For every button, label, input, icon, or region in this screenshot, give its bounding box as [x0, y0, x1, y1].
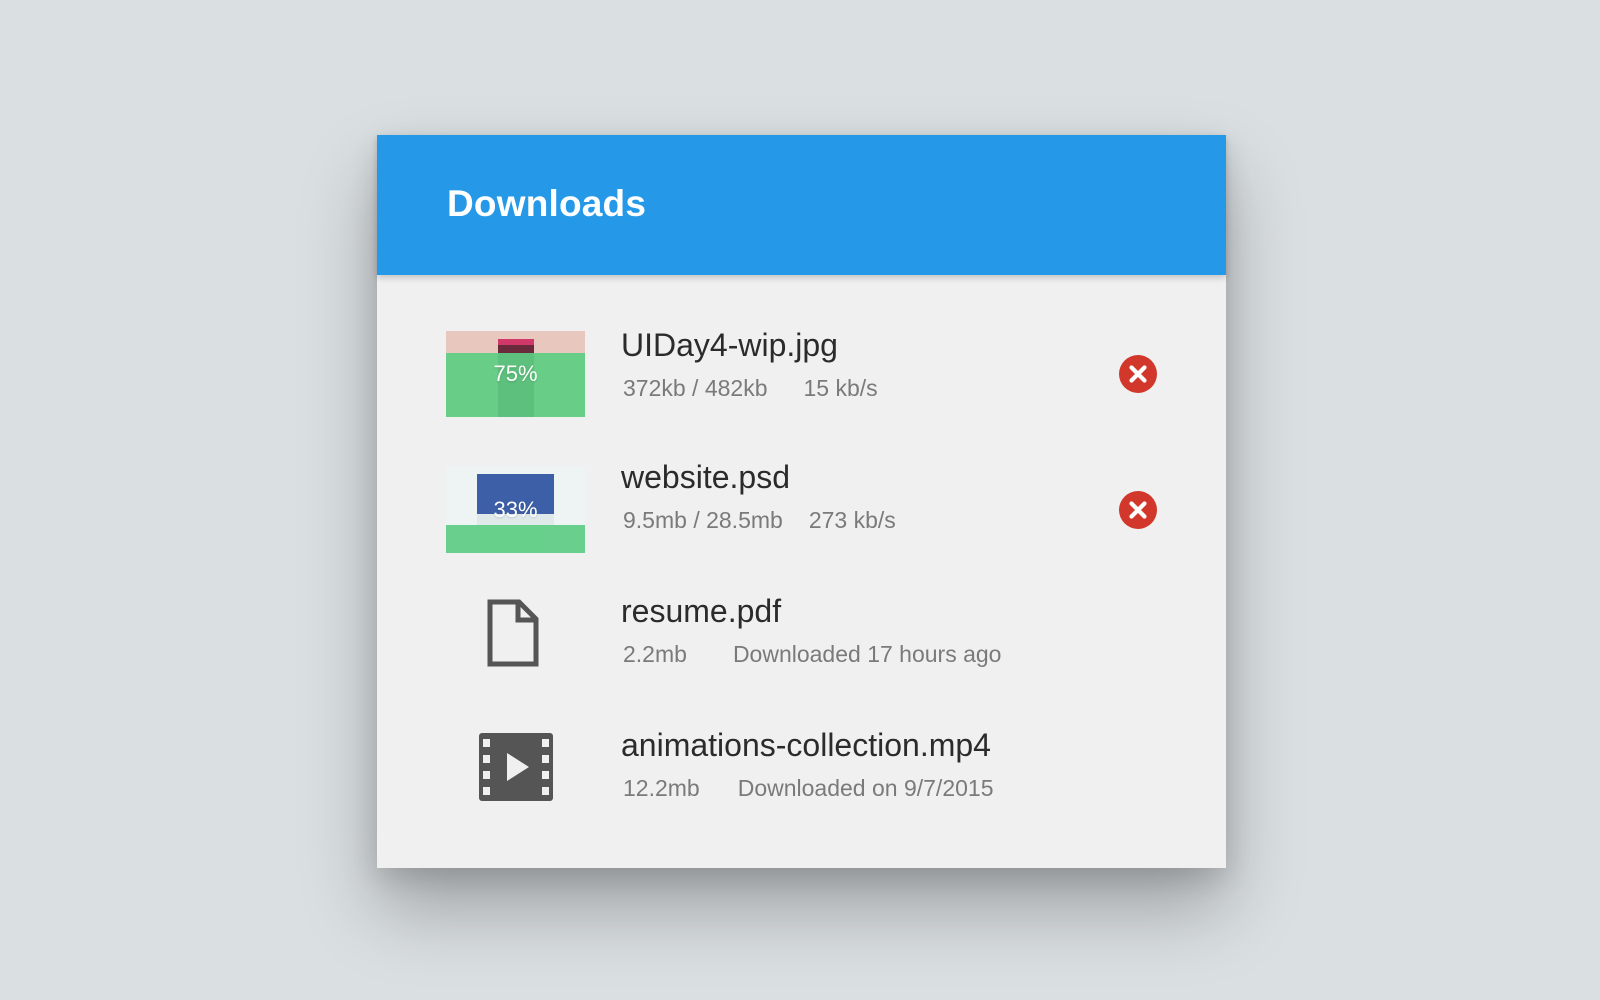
- file-name[interactable]: UIDay4-wip.jpg: [621, 327, 838, 364]
- file-name[interactable]: resume.pdf: [621, 593, 781, 630]
- image-thumbnail: 75%: [446, 331, 585, 417]
- file-meta: 372kb / 482kb 15 kb/s: [623, 375, 878, 402]
- file-size: 2.2mb: [623, 641, 687, 667]
- image-thumbnail: 33%: [446, 467, 585, 553]
- download-item[interactable]: 33% website.psd 9.5mb / 28.5mb 273 kb/s: [377, 441, 1226, 575]
- download-info: Downloaded on 9/7/2015: [737, 775, 994, 801]
- download-speed: 273 kb/s: [808, 507, 896, 533]
- panel-title: Downloads: [447, 183, 647, 224]
- panel-header: Downloads: [377, 135, 1226, 275]
- file-name[interactable]: animations-collection.mp4: [621, 727, 991, 764]
- cancel-download-button[interactable]: [1119, 355, 1157, 393]
- close-icon: [1129, 501, 1147, 519]
- progress-percent: 33%: [493, 497, 538, 522]
- file-size: 9.5mb / 28.5mb: [623, 507, 783, 533]
- close-icon: [1129, 365, 1147, 383]
- download-speed: 15 kb/s: [803, 375, 878, 401]
- download-info: Downloaded 17 hours ago: [732, 641, 1002, 667]
- file-meta: 2.2mb Downloaded 17 hours ago: [623, 641, 1001, 668]
- download-item[interactable]: animations-collection.mp4 12.2mb Download…: [377, 709, 1226, 843]
- progress-percent: 75%: [493, 361, 538, 386]
- thumbnail-preview-accent: [498, 339, 534, 345]
- file-name[interactable]: website.psd: [621, 459, 790, 496]
- download-item[interactable]: resume.pdf 2.2mb Downloaded 17 hours ago: [377, 575, 1226, 709]
- file-size: 12.2mb: [623, 775, 700, 801]
- file-meta: 9.5mb / 28.5mb 273 kb/s: [623, 507, 896, 534]
- document-icon: [487, 599, 539, 667]
- file-meta: 12.2mb Downloaded on 9/7/2015: [623, 775, 993, 802]
- progress-fill: [446, 524, 585, 553]
- video-icon: [479, 733, 553, 801]
- downloads-panel: Downloads 75% UIDay4-wip.jpg 372kb / 482…: [377, 135, 1226, 868]
- download-item[interactable]: 75% UIDay4-wip.jpg 372kb / 482kb 15 kb/s: [377, 307, 1226, 441]
- cancel-download-button[interactable]: [1119, 491, 1157, 529]
- file-size: 372kb / 482kb: [623, 375, 768, 401]
